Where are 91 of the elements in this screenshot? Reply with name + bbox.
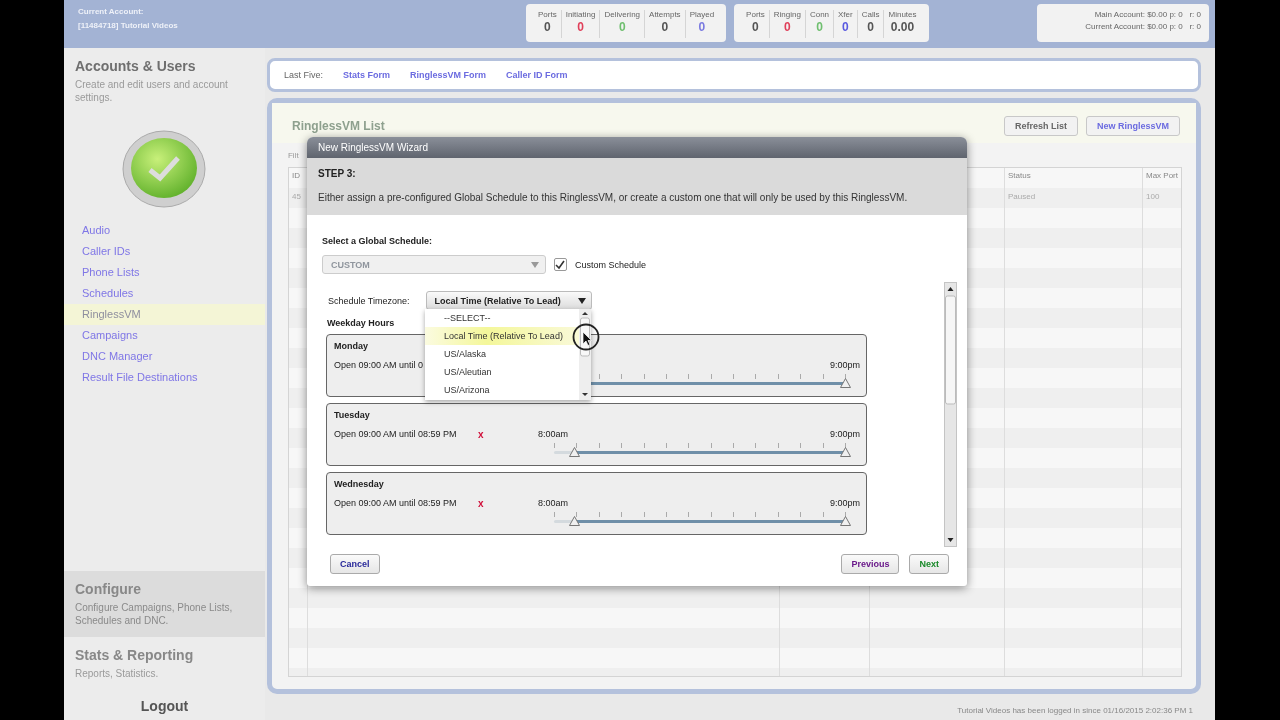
open-hours: Open 09:00 AM until 0 xyxy=(334,360,425,370)
account-name: [11484718] Tutorial Videos xyxy=(78,21,179,30)
section-description: Create and edit users and account settings. xyxy=(75,78,229,104)
slider-thumb[interactable] xyxy=(840,378,851,388)
stat-value: 0 xyxy=(544,20,551,34)
stat-value: 0 xyxy=(618,20,626,34)
sidebar-link[interactable]: RinglessVM xyxy=(64,304,265,325)
stat-label: Attempts xyxy=(649,10,681,19)
section-description: Reports, Statistics. xyxy=(75,667,160,680)
scrollbar[interactable] xyxy=(944,282,957,547)
remove-mark[interactable]: x xyxy=(478,429,484,440)
slider-start-label: 8:00am xyxy=(538,498,568,508)
sidebar-link[interactable]: Schedules xyxy=(64,283,265,304)
slider-start-label: 8:00am xyxy=(538,429,568,439)
sidebar-link[interactable]: Phone Lists xyxy=(64,262,265,283)
dialog-title: New RinglessVM Wizard xyxy=(318,142,428,153)
sidebar-link[interactable]: Audio xyxy=(64,220,265,241)
remove-mark[interactable]: x xyxy=(478,498,484,509)
stat-value: 0.00 xyxy=(890,20,915,34)
timezone-option[interactable]: Local Time (Relative To Lead) xyxy=(425,327,579,345)
stat-label: Ringing xyxy=(773,10,801,19)
balance-text: Current Account: $0.00 p: 0 r: 0 xyxy=(1085,22,1201,31)
previous-button[interactable]: Previous xyxy=(841,554,900,574)
slider-thumb[interactable] xyxy=(569,516,581,526)
section-title: Stats & Reporting xyxy=(75,647,195,663)
column-header: Max Port xyxy=(1142,168,1181,188)
filter-label: Filt xyxy=(288,150,299,160)
stat-value: 0 xyxy=(842,20,849,34)
stat-label: Ports xyxy=(538,10,557,19)
stat-label: Minutes xyxy=(888,10,917,19)
balance-text: Main Account: $0.00 p: 0 r: 0 xyxy=(1094,10,1201,19)
column-header: ID xyxy=(291,170,301,182)
stat-value: 0 xyxy=(816,20,823,34)
open-hours: Open 09:00 AM until 08:59 PM xyxy=(334,498,458,508)
stat-value: 0 xyxy=(752,20,759,34)
stat-label: Xfer xyxy=(838,10,853,19)
recent-form-link[interactable]: Stats Form xyxy=(343,70,390,80)
cursor-icon xyxy=(572,323,600,351)
day-name: Tuesday xyxy=(334,410,371,420)
slider-thumb[interactable] xyxy=(840,447,851,457)
custom-schedule-checkbox[interactable] xyxy=(554,258,567,271)
list-button[interactable]: Refresh List xyxy=(1003,116,1078,136)
slider-end-label: 9:00pm xyxy=(829,498,860,508)
next-button[interactable]: Next xyxy=(909,554,949,574)
login-status: Tutorial Videos has been logged in since 01/16/2015 2:02:36 PM 1 xyxy=(957,705,1193,715)
stat-label: Conn xyxy=(809,10,830,19)
stat-label: Calls xyxy=(861,10,880,19)
stat-label: Initiating xyxy=(565,10,596,19)
caret-icon xyxy=(577,297,586,304)
recent-form-link[interactable]: Caller ID Form xyxy=(506,70,568,80)
section-title: Accounts & Users xyxy=(75,58,197,74)
stat-value: 0 xyxy=(867,20,874,34)
day-name: Wednesday xyxy=(334,479,385,489)
sidebar-section[interactable]: Configure Configure Campaigns, Phone Lists, Schedules and DNC. xyxy=(64,571,265,637)
table-cell-text: 45 xyxy=(291,191,302,203)
step-description: Either assign a pre-configured Global Schedule to this RinglessVM, or create a custom one that will only be used by this RinglessVM. xyxy=(318,192,909,203)
recent-form-link[interactable]: RinglessVM Form xyxy=(410,70,487,80)
step-title: STEP 3: xyxy=(318,168,357,179)
slider-thumb[interactable] xyxy=(840,516,851,526)
account-label: Current Account: xyxy=(78,7,145,16)
stat-value: 0 xyxy=(577,20,584,34)
table-cell: 100 xyxy=(1142,188,1181,208)
sidebar-link[interactable]: Caller IDs xyxy=(64,241,265,262)
stat-value: 0 xyxy=(698,20,706,34)
list-title: RinglessVM List xyxy=(292,119,385,133)
sidebar-link[interactable]: Campaigns xyxy=(64,325,265,346)
sidebar-link[interactable]: Result File Destinations xyxy=(64,367,265,388)
logout-link[interactable]: Logout xyxy=(64,690,265,720)
section-description: Configure Campaigns, Phone Lists, Schedules and DNC. xyxy=(75,601,234,627)
open-hours: Open 09:00 AM until 08:59 PM xyxy=(334,429,458,439)
caret-icon xyxy=(531,261,539,268)
column-header: Status xyxy=(1004,168,1142,188)
slider-thumb[interactable] xyxy=(569,447,581,457)
stat-label: Played xyxy=(689,10,715,19)
section-title: Configure xyxy=(75,581,143,597)
table-cell: Paused xyxy=(1004,188,1142,208)
slider-end-label: 9:00pm xyxy=(829,360,860,370)
cancel-button[interactable]: Cancel xyxy=(330,554,380,574)
stat-label: Delivering xyxy=(604,10,641,19)
slider-end-label: 9:00pm xyxy=(829,429,860,439)
last-five-label: Last Five: xyxy=(284,70,323,80)
stat-label: Ports xyxy=(746,10,765,19)
stat-value: 0 xyxy=(661,20,669,34)
sidebar-link[interactable]: DNC Manager xyxy=(64,346,265,367)
list-button[interactable]: New RinglessVM xyxy=(1085,116,1180,136)
stat-value: 0 xyxy=(784,20,791,34)
custom-schedule-label: Custom Schedule xyxy=(575,259,647,270)
timezone-label: Schedule Timezone: xyxy=(328,295,410,306)
global-schedule-label: Select a Global Schedule: xyxy=(322,236,434,246)
day-name: Monday xyxy=(334,341,369,351)
timezone-option[interactable]: --SELECT-- xyxy=(425,309,579,327)
